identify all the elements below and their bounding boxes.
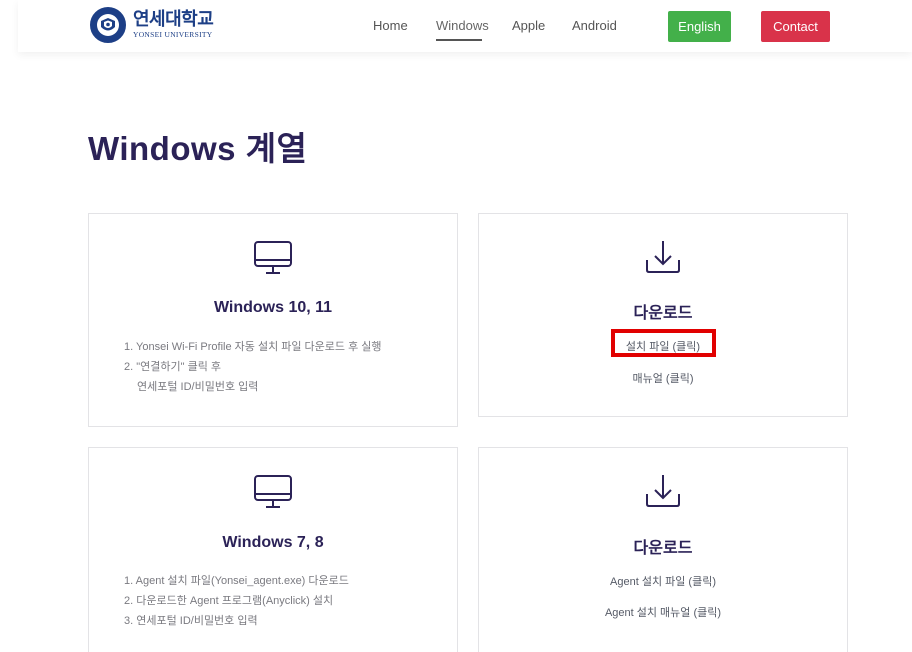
windows-10-card: Windows 10, 11 1. Yonsei Wi-Fi Profile 자… <box>88 213 458 427</box>
nav-android[interactable]: Android <box>572 18 617 33</box>
manual-link[interactable]: 매뉴얼 (클릭) <box>479 370 847 386</box>
step-text: 3. 연세포털 ID/비밀번호 입력 <box>124 615 258 627</box>
download-card-1: 다운로드 설치 파일 (클릭) 매뉴얼 (클릭) <box>478 213 848 417</box>
step-text: 1. Yonsei Wi-Fi Profile 자동 설치 파일 다운로드 후 … <box>124 341 382 353</box>
nav-active-underline <box>436 39 482 41</box>
monitor-icon <box>254 475 292 508</box>
download-card-2: 다운로드 Agent 설치 파일 (클릭) Agent 설치 매뉴얼 (클릭) <box>478 447 848 652</box>
logo-english-text: YONSEI UNIVERSITY <box>133 30 213 40</box>
step-text: 1. Agent 설치 파일(Yonsei_agent.exe) 다운로드 <box>124 575 349 587</box>
card-title: Windows 7, 8 <box>222 534 324 551</box>
monitor-icon <box>254 241 292 274</box>
highlight-box <box>611 329 716 357</box>
nav-windows[interactable]: Windows <box>436 18 489 33</box>
university-seal-icon <box>90 7 126 43</box>
step-text: 2. "연결하기" 클릭 후 <box>124 361 221 373</box>
card-title: Windows 10, 11 <box>213 299 333 316</box>
download-icon <box>646 241 680 273</box>
card-title: 다운로드 <box>633 540 693 557</box>
card-title: 다운로드 <box>633 305 693 322</box>
contact-button[interactable]: Contact <box>761 11 830 42</box>
english-button[interactable]: English <box>668 11 731 42</box>
site-header: 연세대학교 YONSEI UNIVERSITY Home Windows App… <box>18 0 912 52</box>
download-icon <box>646 475 680 507</box>
page-title: Windows 계열 <box>88 130 308 167</box>
logo-korean-text: 연세대학교 <box>133 9 214 31</box>
step-text: 2. 다운로드한 Agent 프로그램(Anyclick) 설치 <box>124 595 334 607</box>
nav-apple[interactable]: Apple <box>512 18 545 33</box>
agent-manual-link[interactable]: Agent 설치 매뉴얼 (클릭) <box>479 604 847 620</box>
step-text: 연세포털 ID/비밀번호 입력 <box>137 381 259 393</box>
windows-7-card: Windows 7, 8 1. Agent 설치 파일(Yonsei_agent… <box>88 447 458 652</box>
agent-install-file-link[interactable]: Agent 설치 파일 (클릭) <box>479 573 847 589</box>
university-logo[interactable]: 연세대학교 YONSEI UNIVERSITY <box>90 5 214 45</box>
nav-home[interactable]: Home <box>373 18 408 33</box>
